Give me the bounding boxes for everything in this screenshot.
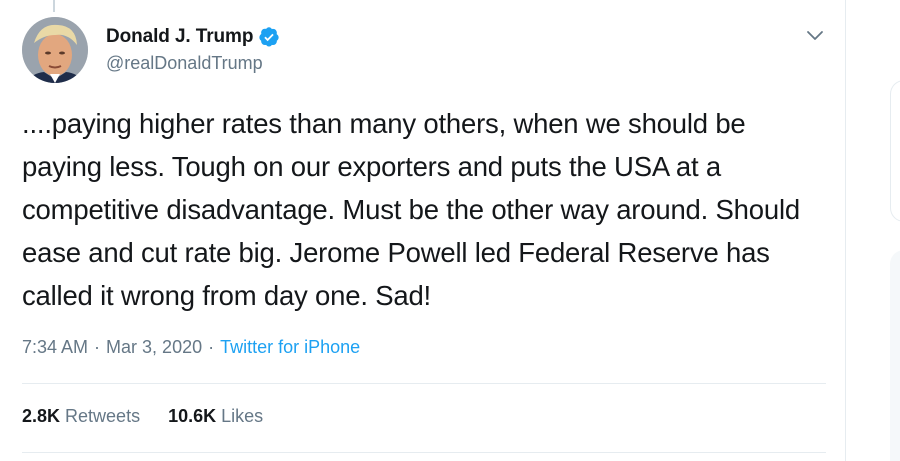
- sidebar-panel: [890, 250, 900, 461]
- tweet-card: Donald J. Trump @realDonaldTrump ....pay…: [0, 0, 846, 461]
- likes-count: 10.6K: [168, 406, 217, 426]
- tweet-text: ....paying higher rates than many others…: [22, 108, 800, 311]
- profile-photo-icon: [22, 17, 88, 83]
- retweets-label: Retweets: [65, 406, 141, 426]
- user-handle[interactable]: @realDonaldTrump: [106, 53, 280, 74]
- likes-stat[interactable]: 10.6K Likes: [168, 406, 263, 427]
- tweet-meta: 7:34 AM · Mar 3, 2020 · Twitter for iPho…: [22, 337, 360, 358]
- likes-label: Likes: [221, 406, 264, 426]
- retweets-stat[interactable]: 2.8K Retweets: [22, 406, 140, 427]
- divider: [22, 383, 826, 384]
- retweets-count: 2.8K: [22, 406, 61, 426]
- verified-badge-icon: [258, 26, 280, 48]
- avatar[interactable]: [22, 17, 88, 83]
- tweet-stats: 2.8K Retweets 10.6K Likes: [22, 406, 263, 427]
- tweet-time[interactable]: 7:34 AM: [22, 337, 88, 358]
- name-row: Donald J. Trump: [106, 24, 280, 50]
- divider: [22, 452, 826, 453]
- thread-connector-line: [53, 0, 55, 12]
- page: Donald J. Trump @realDonaldTrump ....pay…: [0, 0, 900, 461]
- tweet-date[interactable]: Mar 3, 2020: [106, 337, 202, 358]
- meta-separator: ·: [208, 337, 215, 357]
- sidebar-panel: [890, 80, 900, 222]
- tweet-source-link[interactable]: Twitter for iPhone: [220, 337, 360, 358]
- chevron-down-icon[interactable]: [805, 25, 825, 45]
- display-name[interactable]: Donald J. Trump: [106, 26, 253, 48]
- author-block: Donald J. Trump @realDonaldTrump: [106, 24, 280, 74]
- meta-separator: ·: [94, 337, 101, 357]
